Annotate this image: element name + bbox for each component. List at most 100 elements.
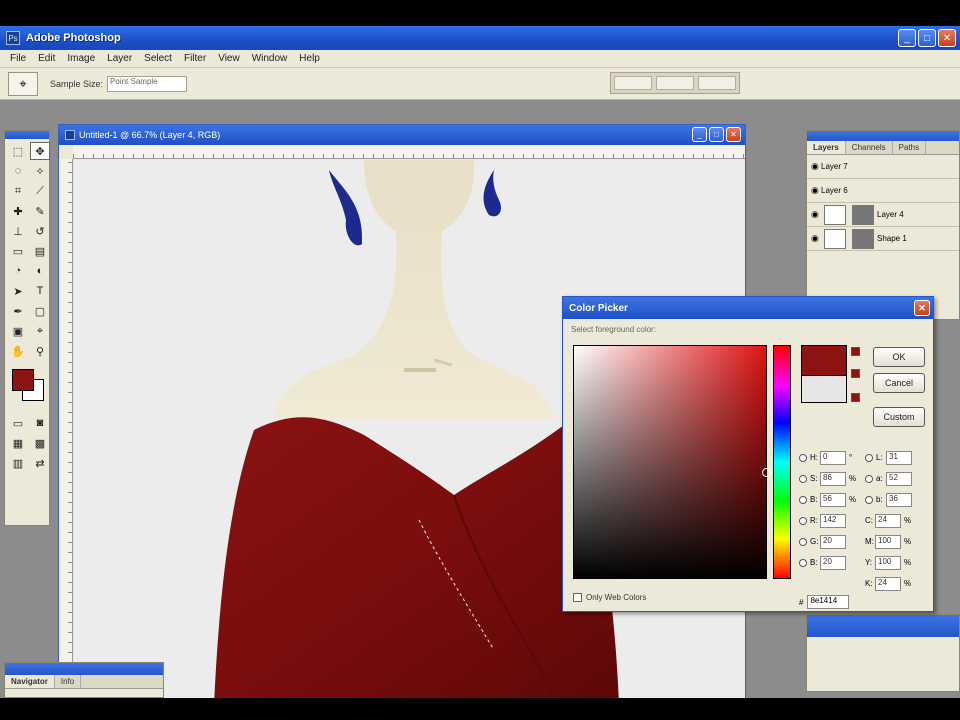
healing-brush-tool-icon[interactable]: ✚: [8, 202, 28, 220]
slice-tool-icon[interactable]: ⟋: [30, 182, 50, 200]
layers-panel-grip[interactable]: [807, 131, 959, 141]
menu-filter[interactable]: Filter: [178, 53, 212, 64]
l-input[interactable]: 31: [886, 450, 912, 465]
k-input[interactable]: 24: [875, 576, 901, 591]
foreground-color-swatch[interactable]: [12, 369, 34, 391]
tab-layers[interactable]: Layers: [807, 141, 846, 154]
palette-well-slot[interactable]: [614, 76, 652, 90]
quick-mask-mode-icon[interactable]: ◙: [30, 414, 50, 432]
menu-help[interactable]: Help: [293, 53, 326, 64]
only-web-colors-option[interactable]: Only Web Colors: [573, 593, 646, 602]
hex-input[interactable]: 8e1414: [807, 595, 850, 609]
color-picker-titlebar[interactable]: Color Picker ✕: [563, 297, 933, 319]
web-safe-swatch-icon[interactable]: [851, 393, 860, 402]
menu-edit[interactable]: Edit: [32, 53, 61, 64]
close-icon[interactable]: ✕: [938, 29, 956, 47]
cancel-button[interactable]: Cancel: [873, 373, 925, 393]
type-tool-icon[interactable]: T: [30, 282, 50, 300]
history-brush-tool-icon[interactable]: ↺: [30, 222, 50, 240]
blue-input[interactable]: 20: [820, 555, 846, 570]
move-tool-icon[interactable]: ✥: [30, 142, 50, 160]
color-cursor-icon[interactable]: [762, 468, 771, 477]
screen-mode-standard-icon[interactable]: ▦: [8, 434, 28, 452]
notes-tool-icon[interactable]: ▣: [8, 322, 28, 340]
history-panel-grip[interactable]: [807, 615, 959, 637]
document-maximize-icon[interactable]: □: [709, 127, 724, 142]
eyedropper-tool-preset-icon[interactable]: ⌖: [8, 71, 38, 96]
radio-lab-b[interactable]: [865, 495, 873, 504]
menu-image[interactable]: Image: [61, 53, 101, 64]
menu-layer[interactable]: Layer: [101, 53, 138, 64]
r-input[interactable]: 142: [820, 513, 846, 528]
g-input[interactable]: 20: [820, 534, 846, 549]
tab-paths[interactable]: Paths: [893, 141, 927, 154]
hand-tool-icon[interactable]: ✋: [8, 342, 28, 360]
navigator-panel-grip[interactable]: [5, 663, 163, 675]
y-input[interactable]: 100: [875, 555, 901, 570]
palette-well-slot[interactable]: [656, 76, 694, 90]
zoom-tool-icon[interactable]: ⚲: [30, 342, 50, 360]
layer-row[interactable]: ◉ Layer 4: [807, 203, 959, 227]
brush-tool-icon[interactable]: ✎: [30, 202, 50, 220]
sample-size-select[interactable]: Point Sample: [107, 75, 188, 92]
radio-h[interactable]: [799, 453, 807, 462]
dodge-tool-icon[interactable]: ◐: [30, 262, 50, 280]
b-input[interactable]: 56: [820, 492, 846, 507]
document-minimize-icon[interactable]: _: [692, 127, 707, 142]
tab-navigator[interactable]: Navigator: [5, 675, 55, 688]
hue-slider[interactable]: [773, 345, 791, 579]
eraser-tool-icon[interactable]: ▭: [8, 242, 28, 260]
marquee-tool-icon[interactable]: ⬚: [8, 142, 28, 160]
standard-mode-icon[interactable]: ▭: [8, 414, 28, 432]
palette-well-slot[interactable]: [698, 76, 736, 90]
magic-wand-tool-icon[interactable]: ✧: [30, 162, 50, 180]
path-selection-tool-icon[interactable]: ➤: [8, 282, 28, 300]
eye-icon[interactable]: ◉: [811, 209, 821, 220]
custom-button[interactable]: Custom: [873, 407, 925, 427]
radio-a[interactable]: [865, 474, 873, 483]
layer-row[interactable]: ◉ Shape 1: [807, 227, 959, 251]
radio-b[interactable]: [799, 495, 807, 504]
pen-tool-icon[interactable]: ✒: [8, 302, 28, 320]
clone-stamp-tool-icon[interactable]: ⊥: [8, 222, 28, 240]
eyedropper-tool-icon[interactable]: ⌖: [30, 322, 50, 340]
a-input[interactable]: 52: [886, 471, 912, 486]
radio-g[interactable]: [799, 537, 807, 546]
eye-icon[interactable]: ◉: [811, 161, 821, 172]
layer-row[interactable]: ◉ Layer 6: [807, 179, 959, 203]
shape-tool-icon[interactable]: ▢: [30, 302, 50, 320]
m-input[interactable]: 100: [875, 534, 901, 549]
radio-l[interactable]: [865, 453, 873, 462]
document-titlebar[interactable]: Untitled-1 @ 66.7% (Layer 4, RGB) _ □ ✕: [59, 125, 745, 145]
screen-mode-full-menu-icon[interactable]: ▥: [8, 454, 28, 472]
only-web-colors-checkbox[interactable]: [573, 593, 582, 602]
web-safe-warning-icon[interactable]: [851, 369, 860, 378]
radio-r[interactable]: [799, 516, 807, 525]
eye-icon[interactable]: ◉: [811, 185, 821, 196]
lasso-tool-icon[interactable]: ◌: [8, 162, 28, 180]
layer-row[interactable]: ◉ Layer 7: [807, 155, 959, 179]
jump-to-imageready-icon[interactable]: ⇄: [30, 454, 50, 472]
close-icon[interactable]: ✕: [914, 300, 930, 316]
current-color-swatch[interactable]: [801, 375, 847, 403]
menu-select[interactable]: Select: [138, 53, 178, 64]
screen-mode-full-icon[interactable]: ▩: [30, 434, 50, 452]
saturation-brightness-field[interactable]: [573, 345, 771, 579]
menu-window[interactable]: Window: [246, 53, 294, 64]
document-close-icon[interactable]: ✕: [726, 127, 741, 142]
eye-icon[interactable]: ◉: [811, 233, 821, 244]
c-input[interactable]: 24: [875, 513, 901, 528]
maximize-icon[interactable]: □: [918, 29, 936, 47]
minimize-icon[interactable]: _: [898, 29, 916, 47]
toolbox-grip[interactable]: [5, 131, 49, 139]
gamut-warning-icon[interactable]: [851, 347, 860, 356]
gradient-tool-icon[interactable]: ▤: [30, 242, 50, 260]
radio-blue[interactable]: [799, 558, 807, 567]
menu-view[interactable]: View: [212, 53, 246, 64]
tab-channels[interactable]: Channels: [846, 141, 893, 154]
lab-b-input[interactable]: 36: [886, 492, 912, 507]
s-input[interactable]: 86: [820, 471, 846, 486]
h-input[interactable]: 0: [820, 450, 846, 465]
ok-button[interactable]: OK: [873, 347, 925, 367]
tab-info[interactable]: Info: [55, 675, 82, 688]
